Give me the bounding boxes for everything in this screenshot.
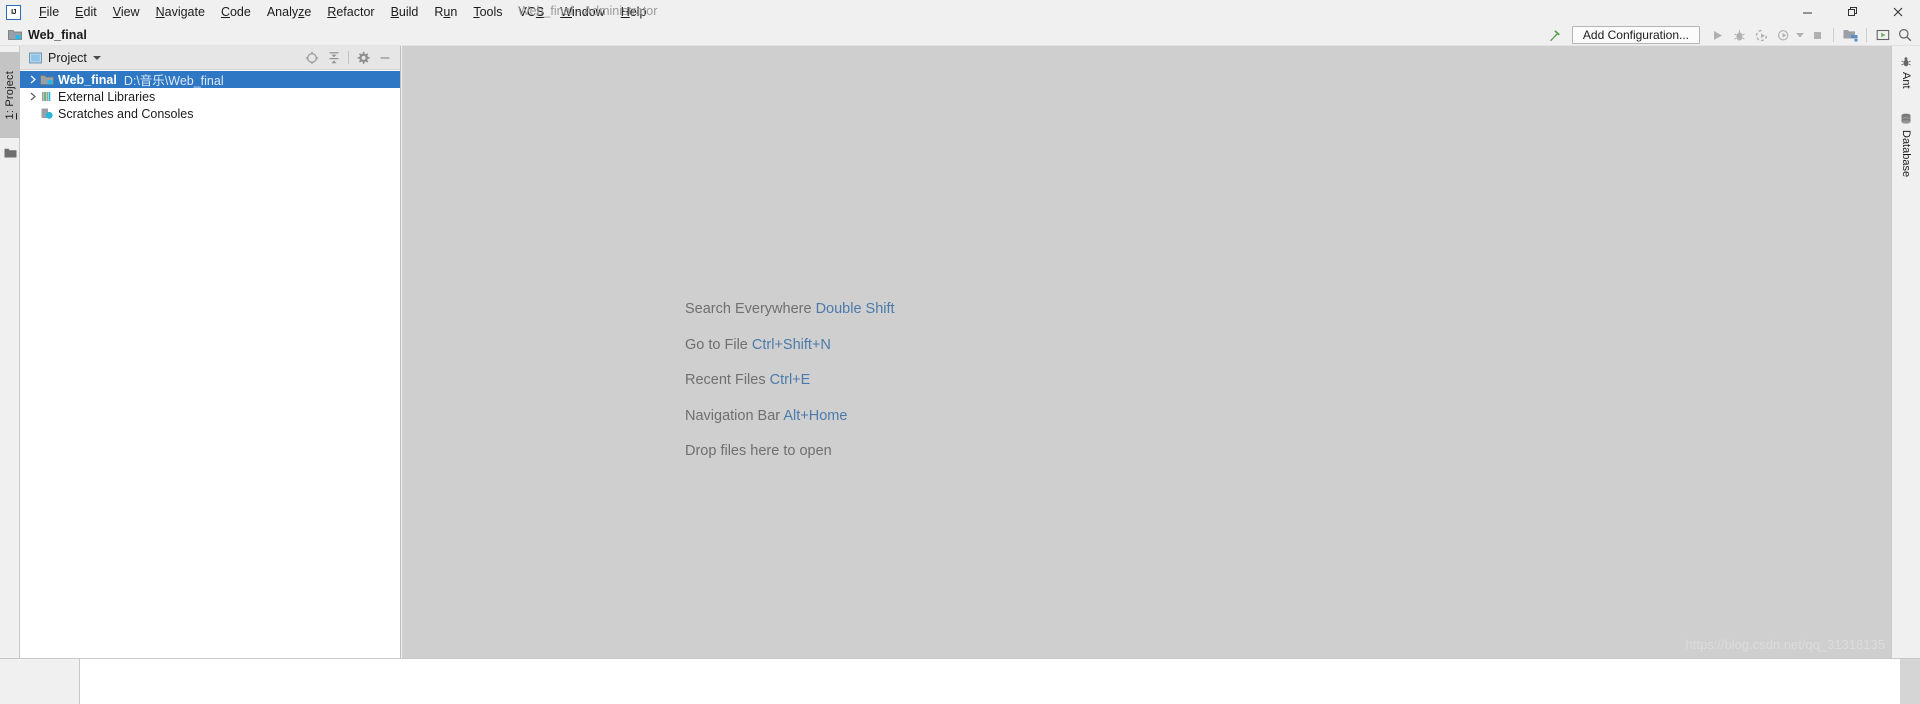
menu-item-analyze[interactable]: Analyze: [259, 2, 319, 22]
hammer-icon[interactable]: [1544, 25, 1566, 45]
toolbar-separator: [1833, 28, 1834, 42]
hint-action: Go to File: [685, 336, 748, 353]
editor-hints: Search Everywhere Double Shift Go to File…: [685, 301, 895, 479]
maximize-button[interactable]: [1830, 0, 1875, 24]
sidebar-tab-database[interactable]: Database: [1892, 113, 1920, 177]
editor-area[interactable]: Search Everywhere Double Shift Go to File…: [402, 46, 1891, 658]
menu-item-build[interactable]: Build: [383, 2, 427, 22]
menu-item-edit[interactable]: Edit: [67, 2, 105, 22]
editor-hint-3: Navigation Bar Alt+Home: [685, 408, 895, 424]
add-configuration-button[interactable]: Add Configuration...: [1571, 26, 1700, 44]
sidebar-tab-ant[interactable]: Ant: [1892, 56, 1920, 89]
menu-item-file[interactable]: File: [31, 2, 67, 22]
editor-hint-0: Search Everywhere Double Shift: [685, 301, 895, 317]
database-icon: [1900, 113, 1912, 126]
tab-index: 1: [4, 112, 16, 120]
tree-node-path: D:\音乐\Web_final: [123, 74, 224, 88]
close-button[interactable]: [1875, 0, 1920, 24]
hint-shortcut: Ctrl+E: [769, 372, 811, 388]
sidebar-tab-ant-label: Ant: [1900, 72, 1912, 89]
hint-shortcut: Ctrl+Shift+N: [751, 336, 831, 353]
hint-shortcut: Alt+Home: [783, 407, 848, 424]
project-panel-title-group[interactable]: Project: [29, 51, 101, 65]
hint-action: Drop files here to open: [685, 443, 832, 459]
run-toolbar: Add Configuration...: [1544, 24, 1920, 46]
project-tree: Web_final D:\音乐\Web_final External Librari…: [20, 70, 400, 122]
libraries-icon: [39, 90, 55, 103]
window-title: Web_final - Administrator: [518, 4, 658, 18]
menu-item-run[interactable]: Run: [426, 2, 465, 22]
menu-item-tools[interactable]: Tools: [465, 2, 510, 22]
tree-node-label: External Libraries: [58, 89, 156, 104]
hint-action: Recent Files: [685, 372, 766, 388]
collapse-all-icon[interactable]: [323, 47, 345, 69]
window-controls: [1785, 0, 1920, 24]
folder-icon[interactable]: [4, 146, 17, 164]
hide-icon[interactable]: [374, 47, 396, 69]
panel-toolbar-separator: [348, 51, 349, 64]
tree-node-label: Web_final: [58, 72, 117, 87]
run-icon[interactable]: [1706, 25, 1728, 45]
left-tool-window-bar: 1: Project: [0, 46, 20, 658]
toolbar-separator-2: [1866, 28, 1867, 42]
menu-item-navigate[interactable]: Navigate: [148, 2, 213, 22]
chevron-right-icon[interactable]: [26, 90, 39, 103]
sidebar-tab-database-label: Database: [1900, 129, 1912, 177]
profile-icon[interactable]: [1772, 25, 1794, 45]
settings-icon[interactable]: [352, 47, 374, 69]
project-panel-toolbar: [301, 47, 396, 69]
updates-icon[interactable]: [1872, 25, 1894, 45]
run-coverage-icon[interactable]: [1750, 25, 1772, 45]
debug-icon[interactable]: [1728, 25, 1750, 45]
chevron-down-icon[interactable]: [92, 55, 101, 60]
editor-hint-4: Drop files here to open: [685, 443, 895, 459]
module-folder-icon: [39, 73, 55, 86]
project-panel-title: Project: [48, 50, 87, 65]
tree-node-external-libraries[interactable]: External Libraries: [20, 88, 400, 105]
status-bar-left: [0, 659, 80, 704]
menu-item-code[interactable]: Code: [213, 2, 259, 22]
sidebar-tab-project[interactable]: 1: Project: [0, 52, 20, 138]
status-bar-right: [1900, 659, 1920, 704]
project-module-icon: [29, 52, 42, 64]
sidebar-tab-project-label: 1: Project: [4, 70, 16, 120]
scratches-icon: [39, 107, 55, 120]
menu-item-view[interactable]: View: [105, 2, 148, 22]
menu-item-refactor[interactable]: Refactor: [319, 2, 382, 22]
intellij-window: FileEditViewNavigateCodeAnalyzeRefactorB…: [0, 0, 1920, 704]
module-folder-icon: [8, 28, 22, 41]
hint-shortcut: Double Shift: [815, 301, 895, 317]
project-panel-header: Project: [20, 46, 400, 70]
tree-node-scratches-and-consoles[interactable]: Scratches and Consoles: [20, 105, 400, 122]
breadcrumb-label: Web_final: [28, 27, 87, 42]
minimize-button[interactable]: [1785, 0, 1830, 24]
locate-file-icon[interactable]: [301, 47, 323, 69]
hint-action: Search Everywhere: [685, 301, 812, 317]
editor-hint-2: Recent Files Ctrl+E: [685, 372, 895, 388]
breadcrumb[interactable]: Web_final: [8, 28, 87, 42]
profile-dropdown-icon[interactable]: [1794, 25, 1806, 45]
title-bar: FileEditViewNavigateCodeAnalyzeRefactorB…: [0, 0, 1920, 24]
search-icon[interactable]: [1894, 25, 1916, 45]
status-bar: [0, 658, 1920, 704]
intellij-logo-icon: [6, 4, 21, 20]
tree-node-web-final[interactable]: Web_final D:\音乐\Web_final: [20, 71, 400, 88]
project-structure-icon[interactable]: [1839, 25, 1861, 45]
chevron-right-icon[interactable]: [26, 73, 39, 86]
editor-hint-1: Go to File Ctrl+Shift+N: [685, 337, 895, 353]
stop-icon[interactable]: [1806, 25, 1828, 45]
right-tool-window-bar: Ant Database: [1891, 46, 1920, 658]
hint-action: Navigation Bar: [685, 407, 781, 424]
project-tool-window: Project Web_final D:\音乐\Web_final Extern…: [20, 46, 401, 658]
watermark: https://blog.csdn.net/qq_31318135: [1685, 637, 1886, 652]
ant-icon: [1900, 56, 1912, 68]
tree-node-label: Scratches and Consoles: [58, 106, 194, 121]
